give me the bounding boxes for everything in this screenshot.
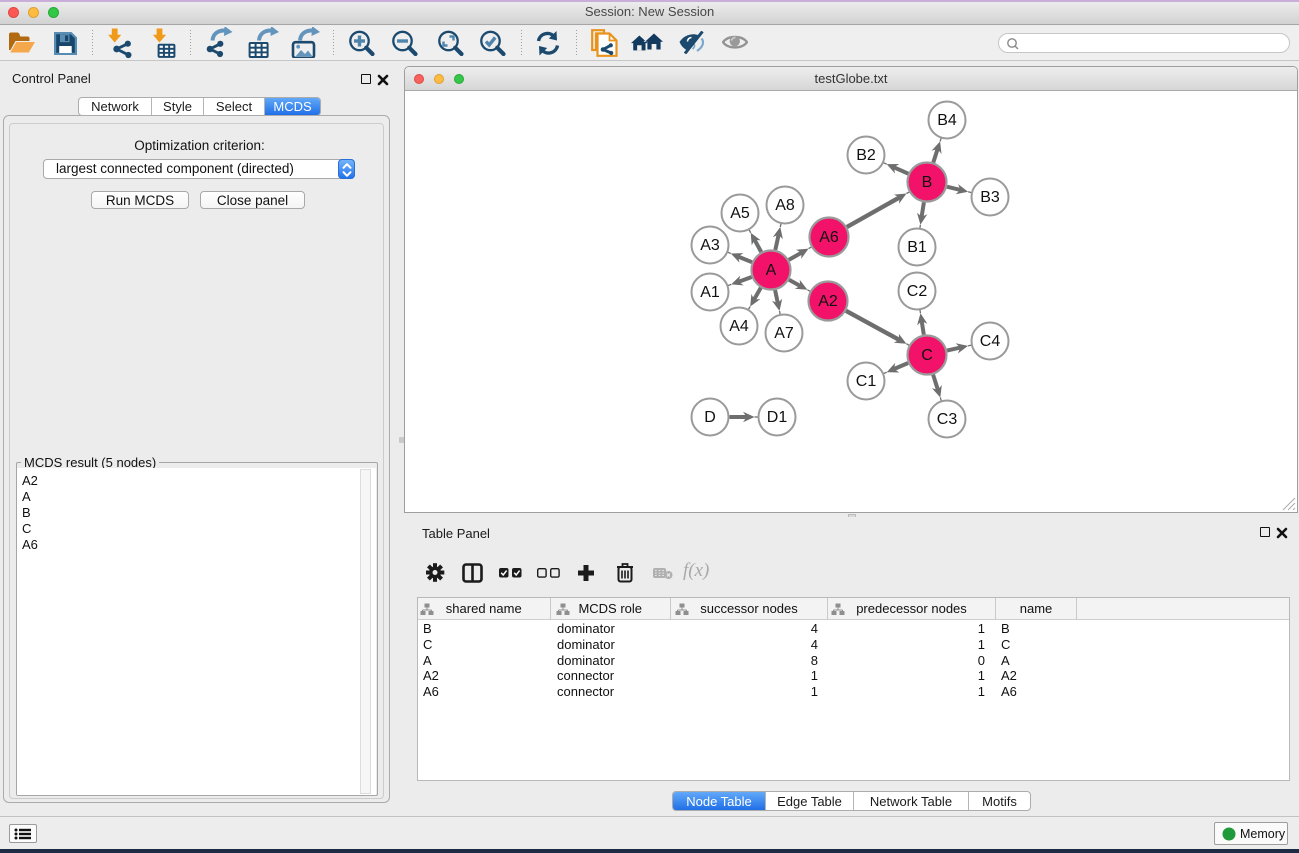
svg-text:D1: D1 — [767, 409, 788, 426]
svg-text:B4: B4 — [937, 112, 957, 129]
svg-text:A: A — [766, 262, 777, 279]
svg-text:B3: B3 — [980, 189, 1000, 206]
svg-text:A6: A6 — [819, 229, 839, 246]
svg-text:D: D — [704, 409, 716, 426]
svg-text:A3: A3 — [700, 237, 720, 254]
svg-text:A1: A1 — [700, 284, 720, 301]
svg-text:A8: A8 — [775, 197, 795, 214]
svg-text:C3: C3 — [937, 411, 958, 428]
svg-text:C: C — [921, 347, 933, 364]
svg-text:C1: C1 — [856, 373, 877, 390]
svg-text:C2: C2 — [907, 283, 928, 300]
svg-text:C4: C4 — [980, 333, 1001, 350]
svg-text:A7: A7 — [774, 325, 794, 342]
svg-text:B1: B1 — [907, 239, 927, 256]
svg-text:B: B — [922, 174, 933, 191]
svg-text:A5: A5 — [730, 205, 750, 222]
svg-text:A2: A2 — [818, 293, 838, 310]
svg-text:A4: A4 — [729, 318, 749, 335]
svg-text:B2: B2 — [856, 147, 876, 164]
